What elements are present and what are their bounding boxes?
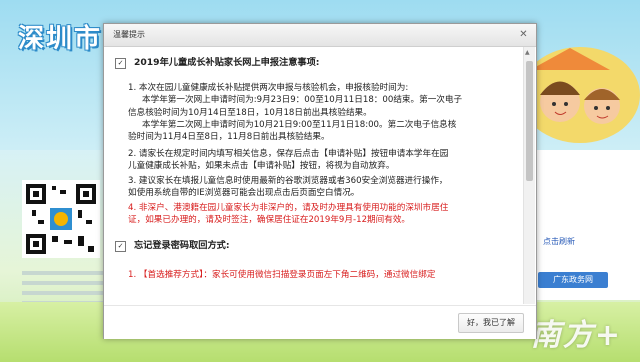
section-heading: 2019年儿童成长补贴家长网上申报注意事项: — [134, 57, 320, 68]
password-item1-line1: 1. 【首选推荐方式】：家长可使用微信扫描登录页面左下角二维码，通过微信绑定 — [128, 270, 436, 280]
site-title: 深圳市 — [18, 24, 103, 54]
checkbox-icon: ✓ — [115, 240, 126, 252]
section-password: ✓ 忘记登录密码取回方式: — [115, 240, 230, 252]
dialog-scrollbar[interactable]: ▲ — [523, 47, 535, 304]
section-notice: ✓ 2019年儿童成长补贴家长网上申报注意事项: — [115, 57, 319, 69]
item3-line2: 如使用系统自带的IE浏览器可能会出现点击后页面空白情况。 — [128, 188, 360, 199]
checkbox-icon: ✓ — [115, 57, 126, 69]
qr-code — [22, 180, 100, 258]
item4-line1: 4. 非深户、港澳籍在园儿童家长为非深户的，请及时办理具有使用功能的深圳市居住 — [128, 203, 449, 213]
item1-line2: 本学年第一次网上申请时间为:9月23日9：00至10月11日18：00结束。第一… — [142, 95, 463, 106]
item2-line1: 2. 请家长在规定时间内填写相关信息，保存后点击【申请补贴】按钮申请本学年在园 — [128, 149, 449, 159]
gd-gov-button[interactable]: 广东政务网 — [538, 272, 608, 288]
scroll-up-icon[interactable]: ▲ — [525, 49, 530, 56]
acknowledge-button[interactable]: 好，我已了解 — [458, 313, 524, 333]
scrollbar-thumb[interactable] — [526, 61, 533, 181]
notice-item-1: 1. 本次在园儿童健康成长补贴提供两次申报与核验机会，申报核验时间为: 本学年第… — [128, 82, 508, 143]
close-icon[interactable]: ✕ — [517, 28, 530, 41]
watermark: 南方+ — [530, 318, 622, 353]
dialog-body: ✓ 2019年儿童成长补贴家长网上申报注意事项: 1. 本次在园儿童健康成长补贴… — [104, 47, 522, 304]
item1-line4: 本学年第二次网上申请时间为10月21日9:00至11月1日18:00。第二次电子… — [142, 119, 457, 130]
notice-dialog: 温馨提示 ✕ ✓ 2019年儿童成长补贴家长网上申报注意事项: 1. 本次在园儿… — [103, 23, 537, 339]
item1-line3: 信息核验时间为10月14日至18日，10月18日前出具核验结果。 — [128, 107, 372, 118]
dialog-title: 温馨提示 — [113, 30, 145, 39]
dialog-header: 温馨提示 ✕ — [104, 24, 536, 47]
notice-item-2: 2. 请家长在规定时间内填写相关信息，保存后点击【申请补贴】按钮申请本学年在园 … — [128, 148, 508, 173]
item3-line1: 3. 建议家长在填报儿童信息时使用最新的谷歌浏览器或者360安全浏览器进行操作， — [128, 176, 448, 186]
section-heading: 忘记登录密码取回方式: — [134, 240, 230, 251]
item1-line5: 验时间为11月4日至8日，11月8日前出具核验结果。 — [128, 132, 330, 143]
notice-item-4: 4. 非深户、港澳籍在园儿童家长为非深户的，请及时办理具有使用功能的深圳市居住 … — [128, 202, 508, 227]
item4-line2: 证，如果已办理的，请及时签注，确保居住证在2019年9月-12期间有效。 — [128, 215, 411, 226]
item1-line1: 1. 本次在园儿童健康成长补贴提供两次申报与核验机会，申报核验时间为: — [128, 83, 409, 93]
refresh-link[interactable]: 点击刷新 — [543, 236, 575, 247]
dialog-footer: 好，我已了解 — [104, 305, 536, 339]
notice-item-3: 3. 建议家长在填报儿童信息时使用最新的谷歌浏览器或者360安全浏览器进行操作，… — [128, 175, 508, 200]
item2-line2: 儿童健康成长补贴，如果未点击【申请补贴】按钮，将视为自动放弃。 — [128, 161, 395, 172]
password-item-1: 1. 【首选推荐方式】：家长可使用微信扫描登录页面左下角二维码，通过微信绑定 — [128, 269, 508, 281]
